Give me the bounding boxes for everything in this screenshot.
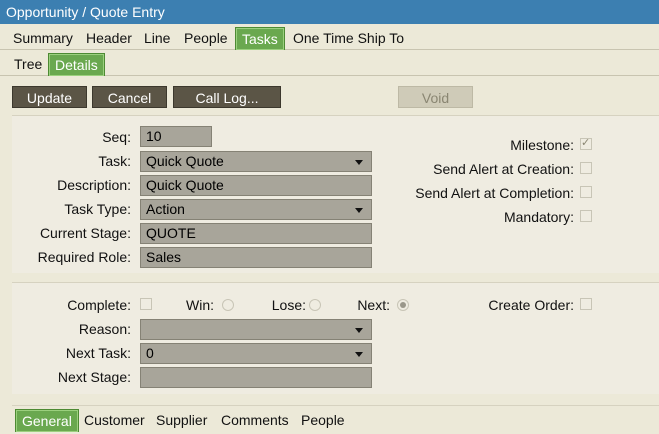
task-detail-panel: Seq: 10 Task: Quick Quote Description: Q… [12, 115, 659, 273]
alert-creation-label: Send Alert at Creation: [433, 161, 574, 177]
tab-tree[interactable]: Tree [8, 53, 48, 75]
lose-radio[interactable] [309, 299, 321, 311]
tab-comments[interactable]: Comments [215, 409, 295, 431]
task-type-label: Task Type: [64, 201, 131, 217]
bottom-tab-bar: General Customer Supplier Comments Peopl… [12, 405, 659, 434]
next-task-label: Next Task: [65, 345, 131, 361]
create-order-label: Create Order: [488, 297, 574, 313]
sub-tab-bar: Tree Details [0, 50, 659, 76]
task-dropdown[interactable]: Quick Quote [140, 151, 372, 172]
alert-completion-label: Send Alert at Completion: [415, 185, 574, 201]
create-order-checkbox[interactable] [580, 298, 592, 310]
task-label: Task: [98, 153, 131, 169]
call-log-button[interactable]: Call Log... [173, 86, 281, 108]
tab-one-time-ship-to[interactable]: One Time Ship To [287, 27, 410, 49]
next-task-dropdown[interactable]: 0 [140, 343, 372, 364]
required-role-label: Required Role: [37, 249, 131, 265]
reason-label: Reason: [78, 321, 131, 337]
void-button[interactable]: Void [398, 86, 473, 108]
milestone-checkbox[interactable] [580, 136, 592, 150]
description-field[interactable]: Quick Quote [140, 175, 372, 196]
current-stage-field[interactable]: QUOTE [140, 223, 372, 244]
seq-label: Seq: [102, 129, 131, 145]
tab-tasks[interactable]: Tasks [235, 27, 285, 50]
lose-label: Lose: [271, 297, 306, 313]
tab-general[interactable]: General [15, 409, 79, 432]
tab-summary[interactable]: Summary [7, 27, 79, 49]
cancel-button[interactable]: Cancel [92, 86, 167, 108]
completion-panel: Complete: Win: Lose: Next: Create Order:… [12, 282, 659, 394]
win-label: Win: [186, 297, 214, 313]
win-radio[interactable] [222, 299, 234, 311]
tab-line[interactable]: Line [138, 27, 176, 49]
tab-people-bottom[interactable]: People [295, 409, 351, 431]
next-stage-label: Next Stage: [57, 369, 131, 385]
next-stage-field[interactable] [140, 367, 372, 388]
milestone-label: Milestone: [510, 137, 574, 153]
description-label: Description: [57, 177, 131, 193]
tab-supplier[interactable]: Supplier [150, 409, 213, 431]
complete-label: Complete: [67, 297, 131, 313]
mandatory-checkbox[interactable] [580, 210, 592, 222]
main-tab-bar: Summary Header Line People Tasks One Tim… [0, 24, 659, 50]
alert-completion-checkbox[interactable] [580, 186, 592, 198]
tab-details[interactable]: Details [48, 53, 105, 76]
tab-customer[interactable]: Customer [78, 409, 151, 431]
complete-checkbox[interactable] [140, 298, 152, 310]
tab-people[interactable]: People [178, 27, 234, 49]
reason-dropdown[interactable] [140, 319, 372, 340]
next-label: Next: [357, 297, 390, 313]
required-role-field[interactable]: Sales [140, 247, 372, 268]
window-title: Opportunity / Quote Entry [0, 0, 659, 24]
next-radio[interactable] [397, 299, 409, 311]
mandatory-label: Mandatory: [503, 209, 574, 225]
update-button[interactable]: Update [12, 86, 87, 108]
task-type-dropdown[interactable]: Action [140, 199, 372, 220]
current-stage-label: Current Stage: [39, 225, 131, 241]
tab-header[interactable]: Header [80, 27, 138, 49]
alert-creation-checkbox[interactable] [580, 162, 592, 174]
seq-field[interactable]: 10 [140, 126, 212, 147]
